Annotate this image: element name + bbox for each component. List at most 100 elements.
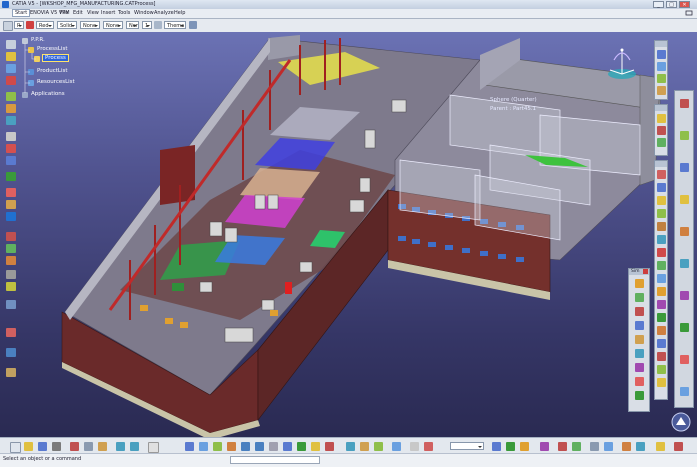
edge-tool-4-icon[interactable]: [680, 195, 689, 204]
constraint-tool-icon[interactable]: [657, 126, 666, 135]
menu-edit[interactable]: Edit: [73, 10, 83, 16]
process-tool-icon[interactable]: [6, 52, 16, 61]
path-tool-icon[interactable]: [6, 232, 16, 241]
view-front-icon[interactable]: [657, 50, 666, 59]
view-iso-icon[interactable]: [657, 62, 666, 71]
move-tool-icon[interactable]: [6, 132, 16, 141]
properties-icon[interactable]: [189, 21, 197, 29]
panel3-tool-7-icon[interactable]: [657, 248, 666, 257]
toolbar-extra-1-icon[interactable]: [590, 442, 599, 451]
menu-start[interactable]: Start: [12, 9, 31, 17]
clash-detect-icon[interactable]: [540, 442, 549, 451]
fly-mode-icon[interactable]: [185, 442, 194, 451]
compass-snap-icon[interactable]: [374, 442, 383, 451]
fly-tool-icon[interactable]: [6, 300, 16, 309]
color-combo[interactable]: Red: [36, 21, 54, 29]
catalog-tool-icon[interactable]: [6, 256, 16, 265]
measure-between-icon[interactable]: [346, 442, 355, 451]
edge-tool-6-icon[interactable]: [680, 259, 689, 268]
toolbar-extra-3-icon[interactable]: [622, 442, 631, 451]
save-icon[interactable]: [38, 442, 47, 451]
zoom-combo[interactable]: [450, 442, 484, 450]
swap-tool-icon[interactable]: [6, 282, 16, 291]
layout-tool-icon[interactable]: [6, 116, 16, 125]
edge-tool-5-icon[interactable]: [680, 227, 689, 236]
panel3-tool-11-icon[interactable]: [657, 300, 666, 309]
link-tool-icon[interactable]: [6, 104, 16, 113]
hide-show-tool-icon[interactable]: [6, 270, 16, 279]
layer-number-combo[interactable]: 1: [142, 21, 152, 29]
path-icon[interactable]: [558, 442, 567, 451]
restore-doc-icon[interactable]: [685, 10, 693, 16]
layer-combo[interactable]: P: [14, 21, 24, 29]
sim-tool-3-icon[interactable]: [635, 307, 644, 316]
panel3-tool-17-icon[interactable]: [657, 378, 666, 387]
menu-tools[interactable]: Tools: [118, 10, 130, 16]
panel3-tool-2-icon[interactable]: [657, 183, 666, 192]
panel3-tool-9-icon[interactable]: [657, 274, 666, 283]
minimize-button[interactable]: _: [653, 1, 664, 8]
menu-file[interactable]: File: [60, 10, 68, 16]
point-combo[interactable]: None: [126, 21, 139, 29]
product-tool-icon[interactable]: [6, 64, 16, 73]
dimension-tool-icon[interactable]: [657, 138, 666, 147]
zoom-in-icon[interactable]: [241, 442, 250, 451]
edge-tool-3-icon[interactable]: [680, 163, 689, 172]
close-icon[interactable]: [643, 269, 648, 274]
panel3-tool-10-icon[interactable]: [657, 287, 666, 296]
sim-tool-2-icon[interactable]: [635, 293, 644, 302]
swap-space-icon[interactable]: [325, 442, 334, 451]
select-tool-icon[interactable]: [6, 40, 16, 49]
manipulate-icon[interactable]: [392, 442, 401, 451]
pan-icon[interactable]: [213, 442, 222, 451]
tag-tool-icon[interactable]: [657, 114, 666, 123]
panel3-tool-8-icon[interactable]: [657, 261, 666, 270]
sim-tool-6-icon[interactable]: [635, 349, 644, 358]
edge-tool-8-icon[interactable]: [680, 323, 689, 332]
close-button[interactable]: ✕: [679, 1, 690, 8]
measure-tool-icon[interactable]: [6, 156, 16, 165]
toolbar-extra-5-icon[interactable]: [656, 442, 665, 451]
view-side-icon[interactable]: [657, 86, 666, 95]
insert-tool-icon[interactable]: [6, 92, 16, 101]
print-icon[interactable]: [52, 442, 61, 451]
robot-tool-icon[interactable]: [6, 144, 16, 153]
menu-view[interactable]: View: [87, 10, 99, 16]
rotate-icon[interactable]: [227, 442, 236, 451]
fit-all-icon[interactable]: [199, 442, 208, 451]
sim-tool-1-icon[interactable]: [635, 279, 644, 288]
panel3-tool-4-icon[interactable]: [657, 209, 666, 218]
section-tool-icon[interactable]: [6, 200, 16, 209]
cut-icon[interactable]: [70, 442, 79, 451]
catia-app-icon[interactable]: [2, 1, 9, 8]
power-input-field[interactable]: [230, 456, 320, 464]
sim-tool-7-icon[interactable]: [635, 363, 644, 372]
linetype-combo[interactable]: None: [80, 21, 100, 29]
panel3-tool-13-icon[interactable]: [657, 326, 666, 335]
undo-icon[interactable]: [116, 442, 125, 451]
panel3-tool-1-icon[interactable]: [657, 170, 666, 179]
measure-item-icon[interactable]: [360, 442, 369, 451]
panel3-tool-14-icon[interactable]: [657, 339, 666, 348]
clash-tool-icon[interactable]: [6, 188, 16, 197]
panel3-tool-12-icon[interactable]: [657, 313, 666, 322]
simulation-player-icon[interactable]: [492, 442, 501, 451]
panel3-tool-16-icon[interactable]: [657, 365, 666, 374]
maximize-button[interactable]: □: [666, 1, 677, 8]
panel3-tool-3-icon[interactable]: [657, 196, 666, 205]
sim-tool-4-icon[interactable]: [635, 321, 644, 330]
copy-icon[interactable]: [84, 442, 93, 451]
normal-view-icon[interactable]: [269, 442, 278, 451]
zoom-out-icon[interactable]: [255, 442, 264, 451]
edge-tool-2-icon[interactable]: [680, 131, 689, 140]
transparency-combo[interactable]: Solid: [57, 21, 77, 29]
sim-tool-8-icon[interactable]: [635, 377, 644, 386]
shading-icon[interactable]: [297, 442, 306, 451]
panel3-tool-15-icon[interactable]: [657, 352, 666, 361]
toolbar-extra-6-icon[interactable]: [674, 442, 683, 451]
whats-this-icon[interactable]: [148, 442, 159, 453]
snap-icon[interactable]: [410, 442, 419, 451]
painter-icon[interactable]: [154, 21, 162, 29]
menu-insert[interactable]: Insert: [101, 10, 115, 16]
report-tool-icon[interactable]: [6, 348, 16, 357]
